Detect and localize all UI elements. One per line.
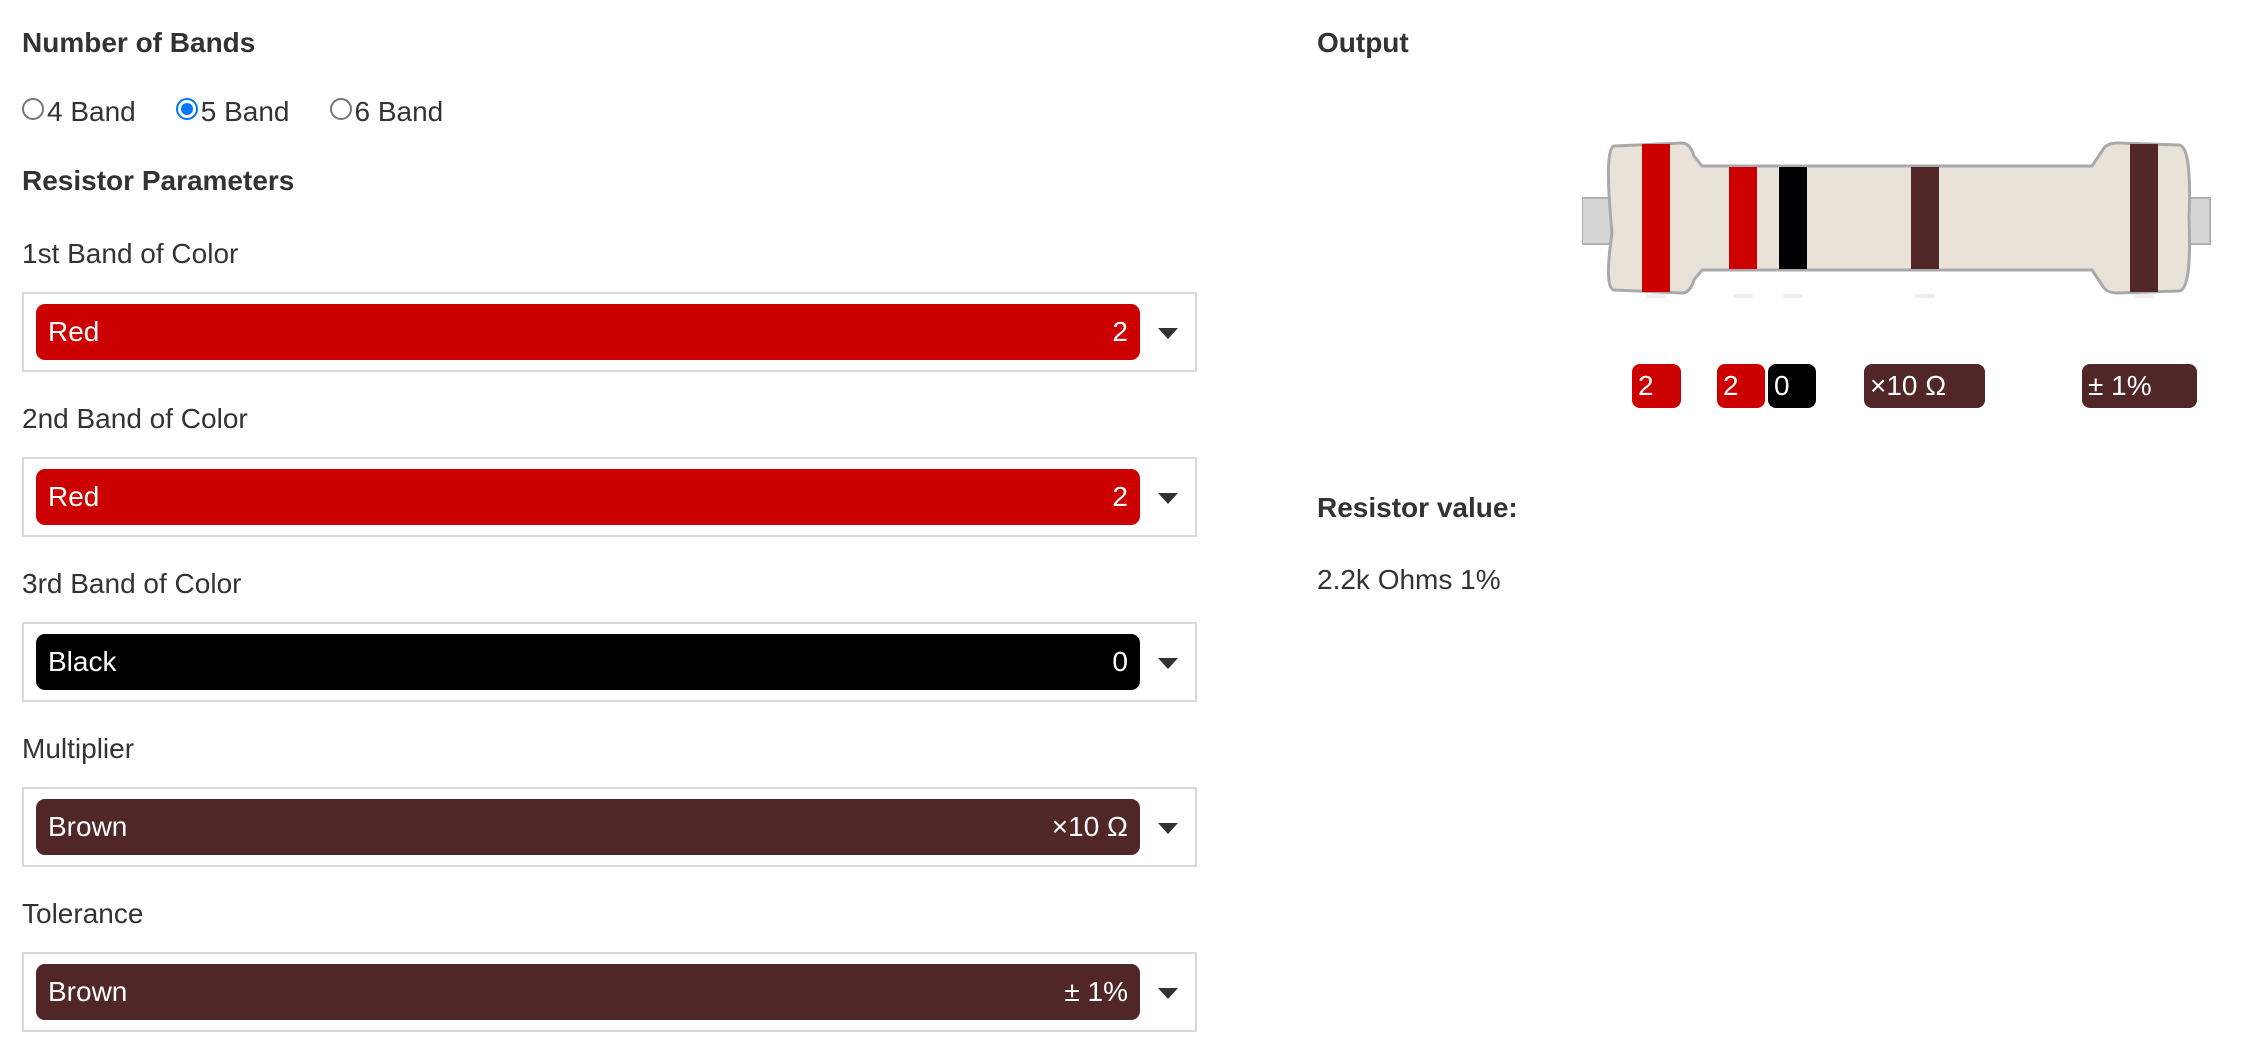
chevron-down-icon[interactable] bbox=[1158, 658, 1178, 669]
resistor-value: 2.2k Ohms 1% bbox=[1317, 564, 1501, 595]
multiplier-selected-option: Brown ×10 Ω bbox=[36, 799, 1140, 855]
band1-selected-option: Red 2 bbox=[36, 304, 1140, 360]
resistor-graphic bbox=[1581, 141, 2211, 362]
band-legend-5: ± 1% bbox=[2082, 364, 2197, 408]
radio-5-band[interactable]: 5 Band bbox=[175, 96, 290, 128]
resistor-band-1 bbox=[1642, 144, 1670, 292]
resistor-value-heading: Resistor value: bbox=[1317, 492, 1518, 523]
band-connector-2 bbox=[1733, 294, 1753, 362]
band3-color-name: Black bbox=[48, 646, 117, 677]
band-connector-4 bbox=[1915, 294, 1935, 362]
resistor-diagram: 2 2 0 ×10 Ω ± 1% bbox=[1581, 138, 2212, 438]
radio-5-band-indicator[interactable] bbox=[175, 98, 198, 120]
tolerance-select[interactable]: Brown ± 1% bbox=[22, 952, 1197, 1032]
band2-select[interactable]: Red 2 bbox=[22, 457, 1197, 537]
band2-label: 2nd Band of Color bbox=[22, 403, 248, 434]
tolerance-color-name: Brown bbox=[48, 976, 128, 1007]
resistor-band-5 bbox=[2130, 144, 2158, 292]
tolerance-selected-option: Brown ± 1% bbox=[36, 964, 1140, 1020]
resistor-body bbox=[1606, 141, 2192, 295]
multiplier-label: Multiplier bbox=[22, 733, 135, 764]
band1-color-name: Red bbox=[48, 316, 100, 347]
radio-4-band-label: 4 Band bbox=[47, 96, 136, 127]
multiplier-select[interactable]: Brown ×10 Ω bbox=[22, 787, 1197, 867]
band2-selected-option: Red 2 bbox=[36, 469, 1140, 525]
band-legend-2: 2 bbox=[1717, 364, 1765, 408]
band-legend-4: ×10 Ω bbox=[1864, 364, 1985, 408]
band-legend-3: 0 bbox=[1768, 364, 1816, 408]
radio-4-band-indicator[interactable] bbox=[22, 98, 44, 120]
multiplier-color-name: Brown bbox=[48, 811, 128, 842]
chevron-down-icon[interactable] bbox=[1158, 988, 1178, 999]
band-connector-3 bbox=[1783, 294, 1803, 362]
resistor-band-2 bbox=[1729, 167, 1757, 269]
band-legend-1: 2 bbox=[1632, 364, 1681, 408]
band-count-radio-group: 4 Band 5 Band 6 Band bbox=[22, 96, 483, 128]
band2-value: 2 bbox=[1112, 481, 1128, 512]
tolerance-label: Tolerance bbox=[22, 898, 144, 929]
radio-6-band-label: 6 Band bbox=[354, 96, 444, 127]
band1-select[interactable]: Red 2 bbox=[22, 292, 1197, 372]
resistor-band-4 bbox=[1911, 167, 1939, 269]
band-connector-1 bbox=[1646, 294, 1666, 362]
chevron-down-icon[interactable] bbox=[1158, 493, 1178, 504]
bands-heading: Number of Bands bbox=[22, 27, 256, 58]
radio-5-band-label: 5 Band bbox=[200, 96, 290, 127]
output-heading: Output bbox=[1317, 27, 1409, 58]
tolerance-value: ± 1% bbox=[1064, 976, 1128, 1007]
band3-selected-option: Black 0 bbox=[36, 634, 1140, 690]
resistor-band-3 bbox=[1779, 167, 1807, 269]
chevron-down-icon[interactable] bbox=[1158, 328, 1178, 339]
band1-label: 1st Band of Color bbox=[22, 238, 239, 269]
left-lead bbox=[1581, 197, 1613, 245]
params-heading: Resistor Parameters bbox=[22, 165, 295, 196]
band2-color-name: Red bbox=[48, 481, 100, 512]
band-connector-5 bbox=[2134, 294, 2154, 362]
band3-select[interactable]: Black 0 bbox=[22, 622, 1197, 702]
band3-label: 3rd Band of Color bbox=[22, 568, 242, 599]
chevron-down-icon[interactable] bbox=[1158, 823, 1178, 834]
radio-6-band[interactable]: 6 Band bbox=[329, 96, 444, 128]
radio-6-band-indicator[interactable] bbox=[329, 98, 352, 120]
band3-value: 0 bbox=[1112, 646, 1128, 677]
band1-value: 2 bbox=[1112, 316, 1128, 347]
multiplier-value: ×10 Ω bbox=[1051, 811, 1128, 842]
radio-4-band[interactable]: 4 Band bbox=[22, 96, 136, 128]
